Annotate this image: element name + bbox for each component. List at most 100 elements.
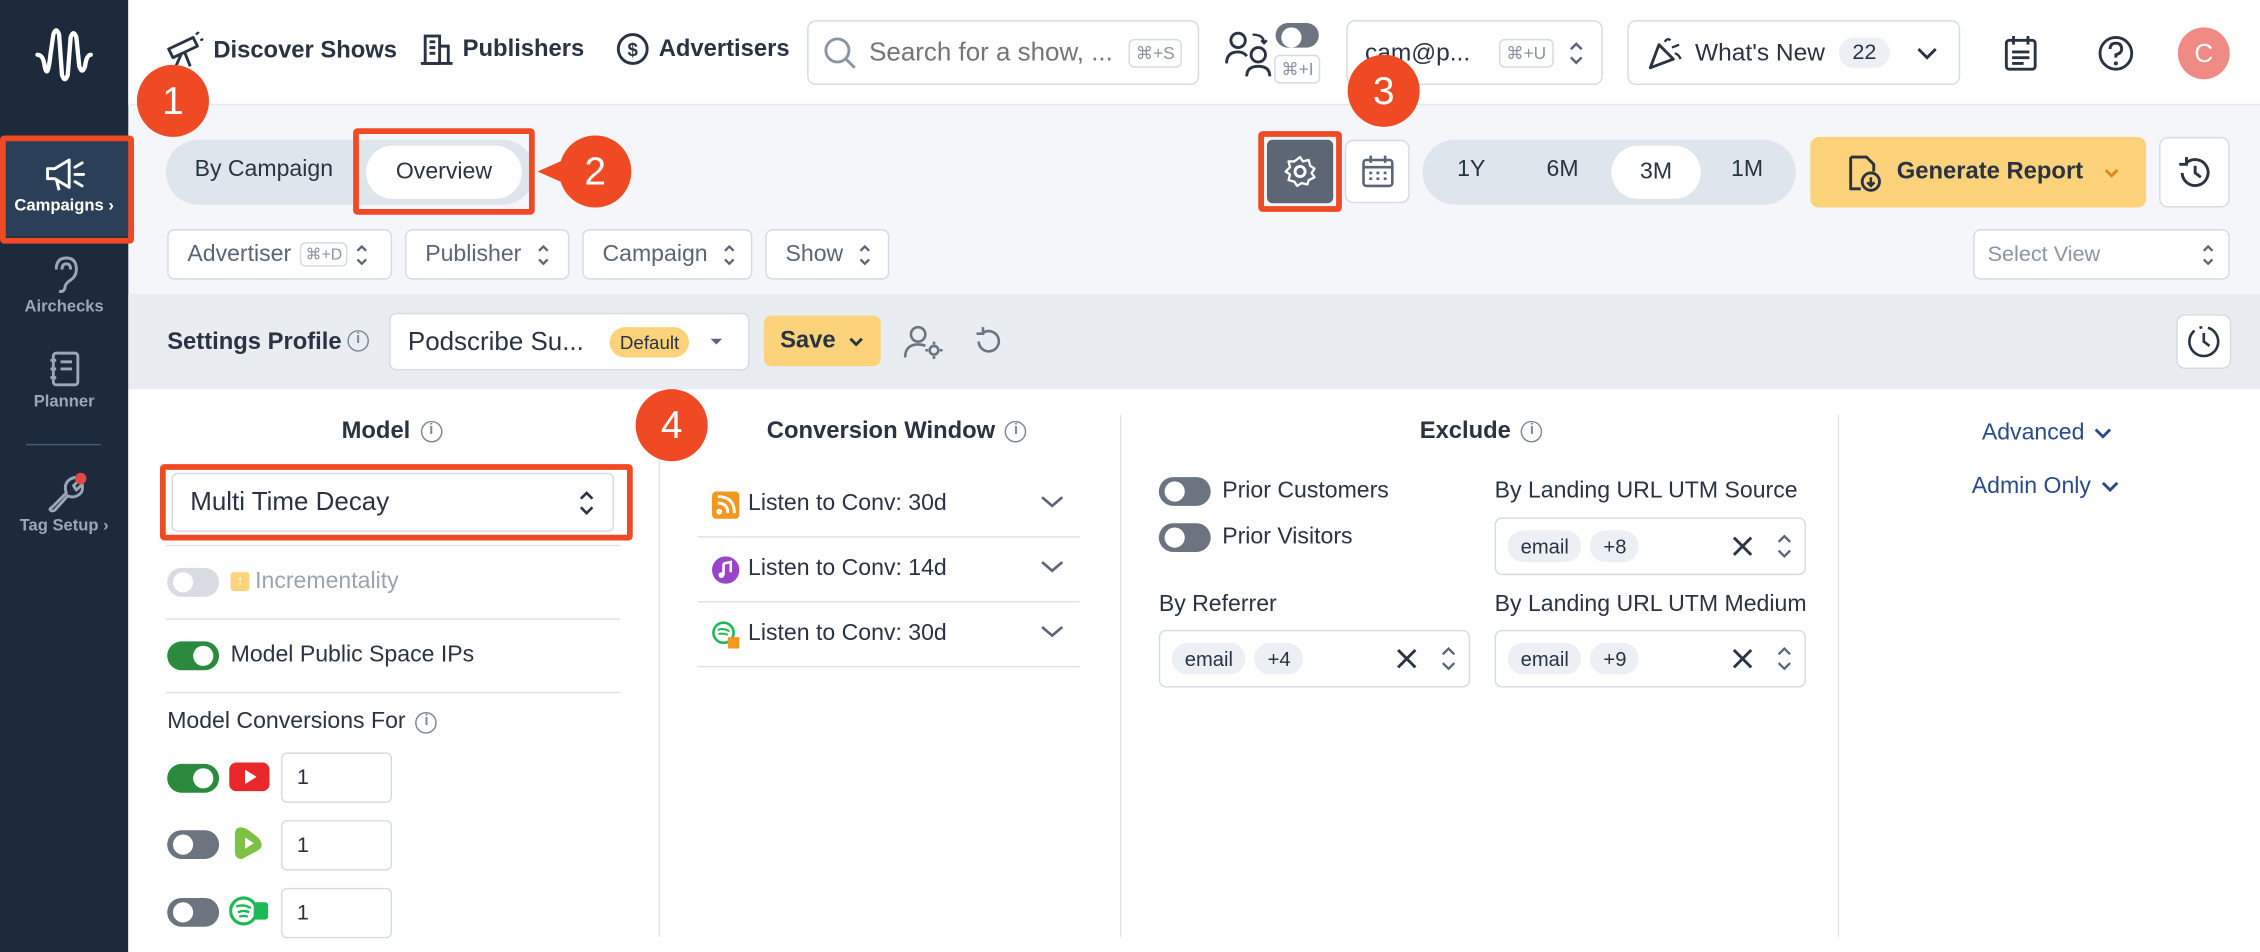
save-button[interactable]: Save (763, 315, 881, 367)
conversion-window-row[interactable]: Listen to Conv: 14d (697, 538, 1080, 603)
rumble-conversion-input[interactable]: 1 (281, 820, 393, 871)
calendar-icon[interactable] (2003, 35, 2038, 72)
highlight-overview-tab (353, 128, 535, 215)
up-down-chevron-icon (724, 244, 735, 265)
impersonate-toggle[interactable] (1275, 23, 1319, 48)
incrementality-toggle[interactable] (167, 567, 220, 597)
clear-icon[interactable] (1730, 533, 1756, 559)
prior-visitors-toggle[interactable] (1158, 523, 1211, 553)
prior-customers-toggle[interactable] (1158, 477, 1211, 506)
utm-medium-select[interactable]: email +9 (1494, 629, 1806, 688)
party-popper-icon (1648, 37, 1682, 69)
conversion-window-row[interactable]: Listen to Conv: 30d (697, 473, 1080, 538)
conversion-window-row[interactable]: Listen to Conv: 30d (697, 602, 1080, 668)
select-view-placeholder: Select View (1987, 242, 2101, 267)
info-icon[interactable]: i (1521, 420, 1543, 443)
range-6m[interactable]: 6M (1547, 157, 1579, 183)
chevron-down-icon (1917, 47, 1937, 59)
info-icon[interactable]: i (420, 420, 443, 443)
chevron-down-icon (2094, 428, 2112, 439)
divider (165, 691, 620, 694)
model-public-space-label: Model Public Space IPs (230, 642, 475, 668)
history-icon (2188, 325, 2220, 358)
prior-visitors-label: Prior Visitors (1222, 524, 1353, 550)
reset-icon[interactable] (973, 326, 1005, 358)
default-tag: Default (609, 326, 690, 357)
spotify-video-conversion-input[interactable]: 1 (281, 887, 393, 939)
filter-advertiser[interactable]: Advertiser ⌘+D (167, 229, 393, 280)
building-icon (420, 34, 453, 65)
sidebar-item-airchecks[interactable]: Airchecks (0, 254, 128, 316)
calendar-icon (1361, 155, 1393, 188)
settings-profile-dropdown[interactable]: Podscribe Su... Default (389, 312, 750, 371)
utm-source-select[interactable]: email +8 (1494, 517, 1806, 576)
admin-only-toggle[interactable]: Admin Only (1972, 474, 2120, 500)
filter-shortcut: ⌘+D (299, 242, 348, 267)
model-conversions-heading: Model Conversions For i (167, 709, 438, 735)
rumble-toggle[interactable] (167, 830, 220, 860)
select-view-dropdown[interactable]: Select View (1973, 229, 2230, 280)
top-bar: Discover Shows Publishers $ Advertisers … (128, 0, 2260, 106)
youtube-conversion-input[interactable]: 1 (281, 752, 393, 803)
user-settings-icon[interactable] (903, 323, 944, 360)
settings-history-button[interactable] (2176, 314, 2232, 369)
whats-new-count: 22 (1839, 37, 1890, 68)
history-icon (2178, 156, 2209, 187)
generate-report-label: Generate Report (1896, 158, 2084, 185)
search-input[interactable] (869, 37, 1129, 68)
svg-text:$: $ (628, 39, 639, 60)
advanced-toggle[interactable]: Advanced (1982, 421, 2113, 447)
model-public-space-toggle[interactable] (167, 641, 220, 671)
clear-icon[interactable] (1730, 646, 1756, 672)
up-down-chevron-icon (1777, 646, 1791, 671)
range-1y[interactable]: 1Y (1457, 157, 1485, 183)
podscribe-logo-icon[interactable] (32, 23, 95, 86)
generate-report-button[interactable]: Generate Report (1810, 136, 2147, 208)
user-avatar[interactable]: C (2177, 27, 2230, 80)
sidebar-item-label: Tag Setup › (19, 517, 109, 535)
prior-customers-label: Prior Customers (1222, 478, 1389, 504)
filter-publisher[interactable]: Publisher (405, 229, 570, 280)
rumble-icon (234, 827, 262, 860)
range-3m[interactable]: 3M (1611, 145, 1701, 199)
divider (165, 544, 620, 547)
date-picker-button[interactable] (1344, 139, 1410, 204)
filter-show[interactable]: Show (765, 229, 890, 280)
account-shortcut: ⌘+U (1499, 38, 1554, 68)
tab-by-campaign[interactable]: By Campaign (195, 157, 333, 183)
model-heading: Model i (342, 418, 443, 445)
save-label: Save (780, 327, 836, 354)
spotify-icon (712, 620, 740, 648)
exclude-title: Exclude (1419, 417, 1511, 444)
info-icon[interactable]: i (347, 330, 369, 352)
spotify-video-toggle[interactable] (167, 897, 220, 927)
nav-advertisers[interactable]: $ Advertisers (615, 32, 790, 67)
nav-discover-shows[interactable]: Discover Shows (164, 31, 397, 69)
notebook-icon (49, 351, 79, 387)
sidebar-item-planner[interactable]: Planner (0, 349, 128, 411)
info-icon[interactable]: i (1005, 420, 1027, 443)
settings-profile-label: Settings Profile (167, 328, 342, 355)
chevron-down-icon (849, 336, 863, 346)
clear-icon[interactable] (1394, 646, 1420, 672)
switch-user-icon[interactable] (1224, 29, 1273, 78)
range-1m[interactable]: 1M (1731, 157, 1763, 183)
chevron-down-icon (1041, 625, 1064, 638)
help-icon[interactable] (2097, 35, 2134, 72)
history-button[interactable] (2159, 136, 2230, 208)
nav-publishers[interactable]: Publishers (419, 32, 584, 67)
by-referrer-select[interactable]: email +4 (1158, 629, 1471, 688)
search-box[interactable]: ⌘+S (807, 20, 1200, 86)
highlight-settings-button (1258, 131, 1342, 212)
whats-new-button[interactable]: What's New 22 (1627, 20, 1961, 86)
youtube-toggle[interactable] (167, 763, 220, 793)
up-down-chevron-icon (1777, 534, 1791, 558)
column-divider (1837, 415, 1840, 937)
exclude-heading: Exclude i (1420, 418, 1543, 445)
youtube-icon (229, 762, 270, 792)
sidebar-item-tag-setup[interactable]: Tag Setup › (0, 472, 128, 535)
filter-campaign[interactable]: Campaign (582, 229, 753, 280)
search-shortcut: ⌘+S (1128, 38, 1182, 68)
info-icon[interactable]: i (415, 711, 438, 733)
conversion-window-label: Listen to Conv: 14d (748, 556, 947, 581)
